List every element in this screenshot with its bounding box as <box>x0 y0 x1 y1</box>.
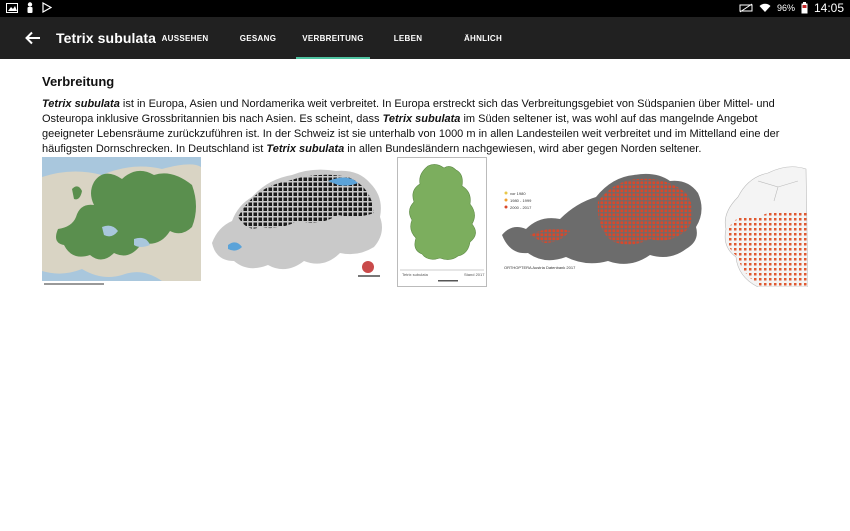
distribution-map-gallery: Tetrix subulata Stand 2017 vor 1980 1980… <box>42 157 808 287</box>
map-europe[interactable] <box>42 157 201 287</box>
gallery-icon <box>6 2 18 13</box>
austria-legend-item: 1980 - 1999 <box>510 198 532 203</box>
austria-map-credit: ORTHOPTERA Austria Datenbank 2017 <box>504 265 576 270</box>
page-title: Tetrix subulata <box>56 30 157 46</box>
wifi-icon <box>759 3 771 12</box>
tab-leben[interactable]: LEBEN <box>370 17 446 59</box>
back-arrow-icon[interactable] <box>24 29 42 47</box>
germany-map-caption: Stand 2017 <box>464 272 485 277</box>
tab-aehnlich[interactable]: ÄHNLICH <box>446 17 520 59</box>
species-name: Tetrix subulata <box>382 113 461 125</box>
distribution-text: Tetrix subulata ist in Europa, Asien und… <box>42 97 802 157</box>
species-name: Tetrix subulata <box>266 143 345 155</box>
tab-gesang[interactable]: GESANG <box>220 17 296 59</box>
tab-aussehen[interactable]: AUSSEHEN <box>150 17 220 59</box>
play-store-icon <box>42 2 52 13</box>
tab-bar: AUSSEHEN GESANG VERBREITUNG LEBEN ÄHNLIC… <box>150 17 520 59</box>
status-bar: 96% 14:05 <box>0 0 850 17</box>
app-bar: Tetrix subulata AUSSEHEN GESANG VERBREIT… <box>0 17 850 59</box>
tab-verbreitung[interactable]: VERBREITUNG <box>296 17 370 59</box>
svg-text:Tetrix subulata: Tetrix subulata <box>402 272 429 277</box>
main-content: Verbreitung Tetrix subulata ist in Europ… <box>42 74 812 157</box>
mute-icon <box>739 3 753 13</box>
map-germany[interactable]: Tetrix subulata Stand 2017 <box>397 157 487 287</box>
section-heading: Verbreitung <box>42 74 115 89</box>
battery-icon <box>801 2 808 14</box>
clock: 14:05 <box>813 1 844 15</box>
map-netherlands[interactable] <box>718 157 808 287</box>
person-icon <box>27 2 33 13</box>
map-austria[interactable]: vor 1980 1980 - 1999 2000 - 2017 ORTHOPT… <box>500 157 706 287</box>
austria-legend-item: vor 1980 <box>510 191 526 196</box>
map-switzerland[interactable] <box>208 157 388 287</box>
austria-legend-item: 2000 - 2017 <box>510 205 532 210</box>
species-name: Tetrix subulata <box>42 98 120 110</box>
battery-percent: 96% <box>776 3 795 13</box>
text-part: in allen Bundesländern nachgewiesen, wir… <box>344 143 702 155</box>
